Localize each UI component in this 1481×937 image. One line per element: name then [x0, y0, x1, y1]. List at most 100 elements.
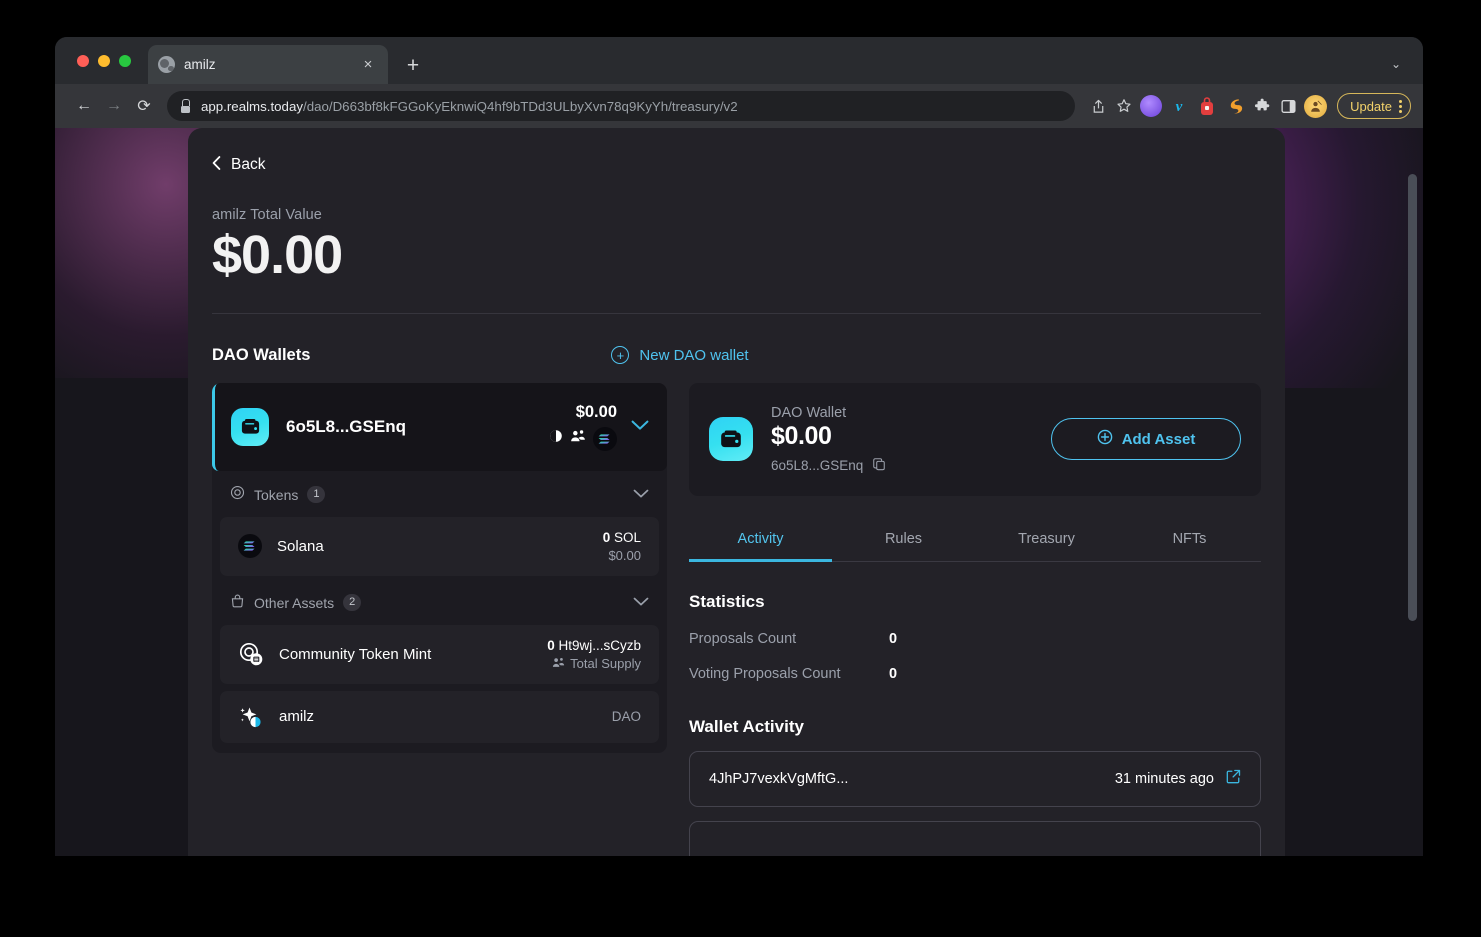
- content-columns: 6o5L8...GSEnq $0.00 Tokens 1 Solana 0 SO…: [212, 382, 1261, 864]
- back-nav-icon[interactable]: ←: [69, 91, 99, 121]
- browser-tab[interactable]: amilz ×: [148, 45, 388, 84]
- statistic-label: Proposals Count: [689, 630, 797, 647]
- external-link-icon[interactable]: [1226, 769, 1241, 789]
- puzzle-extensions-icon[interactable]: [1249, 93, 1275, 119]
- chevron-down-icon[interactable]: ⌄: [1385, 53, 1407, 75]
- maximize-window-button[interactable]: [119, 55, 131, 67]
- plus-circle-icon: +: [611, 346, 630, 365]
- url-path: /dao/D663bf8kFGGoKyEknwiQ4hf9bTDd3ULbyXv…: [303, 98, 738, 114]
- reload-icon[interactable]: ⟳: [129, 91, 159, 121]
- asset-amount: 0: [547, 637, 555, 653]
- asset-row-amilz[interactable]: amilz DAO: [220, 690, 659, 743]
- tab-strip: amilz × + ⌄: [55, 37, 1423, 84]
- other-assets-chevron-down-icon[interactable]: [633, 596, 649, 610]
- minimize-window-button[interactable]: [98, 55, 110, 67]
- lock-icon: [179, 99, 191, 113]
- add-asset-label: Add Asset: [1121, 430, 1196, 448]
- tokens-group-label: Tokens: [254, 486, 299, 503]
- community-group-icon: [570, 429, 586, 448]
- tokens-group-header[interactable]: Tokens 1: [212, 471, 667, 517]
- back-button[interactable]: Back: [212, 156, 280, 174]
- wallet-detail-card: DAO Wallet $0.00 6o5L8...GSEnq Add Asset: [689, 382, 1261, 496]
- vimeo-extension-icon[interactable]: v: [1168, 95, 1190, 117]
- asset-row-community-token-mint[interactable]: Community Token Mint 0 Ht9wj...sCyzb Tot…: [220, 624, 659, 684]
- chevron-left-icon: [212, 156, 221, 174]
- tab-title: amilz: [184, 57, 216, 72]
- token-fiat: $0.00: [608, 547, 641, 563]
- asset-sub: Total Supply: [547, 656, 641, 671]
- moon-contrast-icon: [549, 429, 563, 448]
- url-text: app.realms.today/dao/D663bf8kFGGoKyEknwi…: [201, 99, 738, 114]
- wallet-detail-address-row: 6o5L8...GSEnq: [771, 457, 1051, 474]
- wallet-card[interactable]: 6o5L8...GSEnq $0.00: [212, 382, 667, 471]
- wallet-value: $0.00: [575, 402, 617, 421]
- bag-icon: [230, 593, 245, 613]
- token-amount: 0: [602, 529, 611, 545]
- tab-nfts[interactable]: NFTs: [1118, 518, 1261, 561]
- other-assets-group-header[interactable]: Other Assets 2: [212, 583, 667, 625]
- wallet-detail-label: DAO Wallet: [771, 404, 847, 421]
- total-value-label: amilz Total Value: [212, 207, 322, 223]
- plus-circle-icon: [1097, 429, 1113, 449]
- tab-activity[interactable]: Activity: [689, 518, 832, 562]
- url-domain: app.realms.today: [201, 98, 303, 114]
- wallet-icon: [709, 417, 753, 462]
- statistic-value: 0: [889, 665, 898, 682]
- window-controls: [77, 55, 131, 67]
- wallet-summary: $0.00: [549, 403, 617, 451]
- total-value-amount: $0.00: [212, 225, 343, 285]
- activity-time: 31 minutes ago: [1114, 770, 1214, 787]
- copy-icon[interactable]: [872, 457, 886, 474]
- token-row-solana[interactable]: Solana 0 SOL $0.00: [220, 516, 659, 576]
- wallet-meta-icons: [549, 426, 617, 451]
- activity-row[interactable]: 4JhPJ7vexkVgMftG... 31 minutes ago: [689, 750, 1261, 807]
- asset-name: amilz: [279, 708, 315, 726]
- mint-token-icon: [238, 641, 264, 667]
- tab-rules[interactable]: Rules: [832, 518, 975, 561]
- address-bar[interactable]: app.realms.today/dao/D663bf8kFGGoKyEknwi…: [167, 91, 1076, 121]
- statistic-value: 0: [889, 630, 898, 647]
- forward-nav-icon[interactable]: →: [99, 91, 129, 121]
- add-asset-button[interactable]: Add Asset: [1051, 418, 1241, 461]
- other-assets-group-label: Other Assets: [254, 594, 335, 611]
- main-panel: Back amilz Total Value $0.00 DAO Wallets…: [188, 128, 1285, 864]
- wallet-box: 6o5L8...GSEnq $0.00 Tokens 1 Solana 0 SO…: [212, 382, 667, 753]
- new-dao-wallet-button[interactable]: + New DAO wallet: [611, 346, 749, 365]
- token-amounts: 0 SOL $0.00: [603, 530, 641, 563]
- update-label: Update: [1350, 98, 1392, 114]
- solflare-extension-icon[interactable]: [1224, 95, 1246, 117]
- tab-treasury[interactable]: Treasury: [975, 518, 1118, 561]
- statistics-title: Statistics: [689, 591, 765, 611]
- tokens-chevron-down-icon[interactable]: [633, 488, 649, 502]
- dao-wallets-header: DAO Wallets + New DAO wallet: [212, 346, 1261, 365]
- share-icon[interactable]: [1085, 93, 1111, 119]
- token-circle-icon: [230, 485, 245, 505]
- dao-sparkle-icon: [238, 704, 264, 730]
- new-tab-button[interactable]: +: [400, 54, 426, 80]
- tokens-count-badge: 1: [307, 486, 326, 504]
- asset-unit: Ht9wj...sCyzb: [558, 637, 641, 653]
- update-button[interactable]: Update: [1337, 93, 1411, 119]
- backpack-extension-icon[interactable]: [1196, 95, 1218, 117]
- kebab-menu-icon[interactable]: [1399, 99, 1402, 113]
- wallet-detail-info: DAO Wallet $0.00 6o5L8...GSEnq: [771, 405, 1051, 474]
- bookmark-star-icon[interactable]: [1111, 93, 1137, 119]
- page-viewport: Back amilz Total Value $0.00 DAO Wallets…: [55, 128, 1423, 864]
- token-name: Solana: [277, 537, 324, 555]
- profile-avatar[interactable]: [1304, 94, 1328, 118]
- close-tab-icon[interactable]: ×: [358, 55, 378, 75]
- back-label: Back: [231, 156, 266, 173]
- ghost-extension-icon[interactable]: [1140, 95, 1163, 117]
- statistic-row: Voting Proposals Count 0: [689, 666, 1261, 682]
- globe-favicon-icon: [158, 56, 175, 73]
- page-scrollbar[interactable]: [1408, 174, 1417, 621]
- token-unit: SOL: [613, 529, 641, 545]
- close-window-button[interactable]: [77, 55, 89, 67]
- side-panel-icon[interactable]: [1275, 93, 1301, 119]
- wallet-detail-address: 6o5L8...GSEnq: [771, 457, 864, 473]
- new-dao-wallet-label: New DAO wallet: [639, 346, 749, 364]
- activity-hash: 4JhPJ7vexkVgMftG...: [709, 770, 849, 787]
- section-title: DAO Wallets: [212, 345, 311, 364]
- wallet-expand-chevron-down-icon[interactable]: [631, 419, 649, 434]
- browser-toolbar: ← → ⟳ app.realms.today/dao/D663bf8kFGGoK…: [55, 84, 1423, 128]
